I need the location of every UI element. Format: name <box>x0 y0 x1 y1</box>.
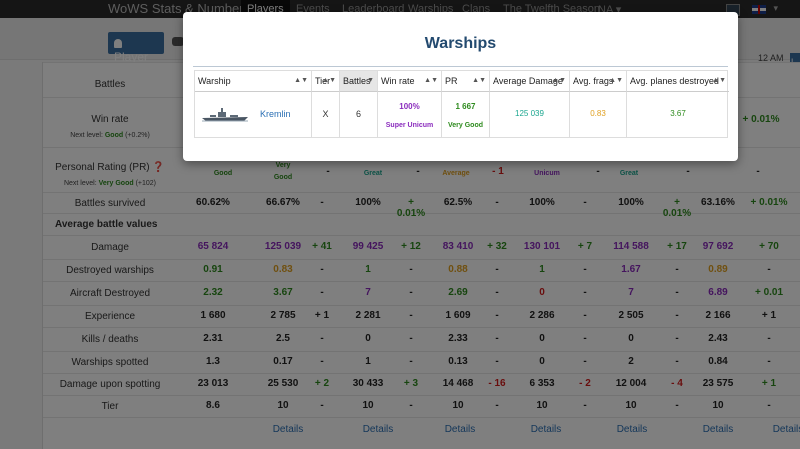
header-label: Avg. frags <box>573 76 614 86</box>
divider <box>193 66 728 67</box>
win-rate-label: Super Unicum <box>385 122 434 129</box>
sort-desc-icon: ▼ <box>367 77 374 84</box>
win-rate-value: 100% <box>399 102 420 111</box>
header-label: PR <box>445 76 458 86</box>
header-tier[interactable]: Tier ▲▼ <box>312 71 340 92</box>
header-win-rate[interactable]: Win rate ▲▼ <box>378 71 442 92</box>
page: WoWS Stats & Numbers Players Events Lead… <box>0 0 800 449</box>
header-label: Warship <box>198 76 231 86</box>
modal-title: Warships <box>424 35 497 52</box>
cell-warship: Kremlin <box>195 92 312 138</box>
cell-win-rate: 100% Super Unicum <box>378 92 442 138</box>
sort-icon: ▲▼ <box>472 77 486 84</box>
header-pr[interactable]: PR ▲▼ <box>442 71 490 92</box>
cell-avg-damage: 125 039 <box>490 92 570 138</box>
sort-icon: ▲▼ <box>294 77 308 84</box>
ship-link[interactable]: Kremlin <box>260 109 291 119</box>
cell-avg-frags: 0.83 <box>570 92 627 138</box>
cell-pr: 1 667 Very Good <box>442 92 490 138</box>
cell-battles: 6 <box>340 92 378 138</box>
header-label: Win rate <box>381 76 415 86</box>
sort-icon: ▲▼ <box>322 77 336 84</box>
pr-value: 1 667 <box>455 102 476 111</box>
header-avg-frags[interactable]: Avg. frags ▲▼ <box>570 71 627 92</box>
sort-icon: ▲▼ <box>609 77 623 84</box>
sort-icon: ▲▼ <box>712 77 726 84</box>
ship-image <box>200 107 250 125</box>
warships-table: Warship ▲▼ Tier ▲▼ Battles ▼ Win rate ▲▼ PR ▲… <box>194 70 729 138</box>
warships-modal: Warships Warship ▲▼ Tier ▲▼ Battles ▼ Win r… <box>183 12 738 161</box>
pr-label: Very Good <box>447 122 483 129</box>
header-avg-damage[interactable]: Average Damage ▲▼ <box>490 71 570 92</box>
cell-avg-planes: 3.67 <box>670 109 686 118</box>
header-label: Avg. planes destroyed <box>630 76 719 86</box>
header-battles[interactable]: Battles ▼ <box>340 71 378 92</box>
sort-icon: ▲▼ <box>552 77 566 84</box>
header-avg-planes[interactable]: Avg. planes destroyed ▲▼ <box>627 71 729 92</box>
sort-icon: ▲▼ <box>424 77 438 84</box>
cell-tier: X <box>312 92 340 138</box>
header-warship[interactable]: Warship ▲▼ <box>195 71 312 92</box>
